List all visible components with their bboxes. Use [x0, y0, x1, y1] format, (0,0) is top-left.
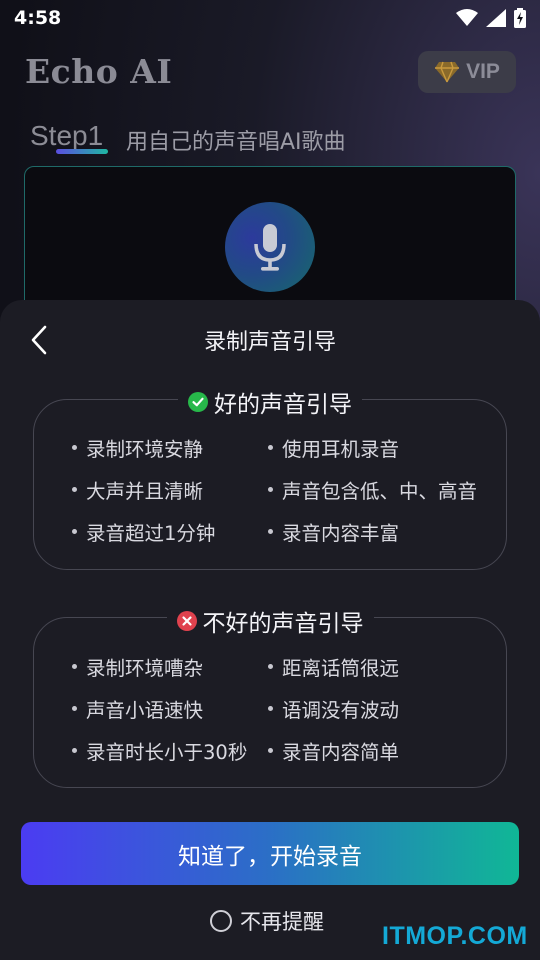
good-guide-heading: 好的声音引导: [0, 385, 540, 419]
bullet-icon: [72, 706, 77, 711]
step-description: 用自己的声音唱AI歌曲: [126, 130, 346, 155]
check-circle-icon: [188, 392, 208, 412]
bullet-icon: [268, 529, 273, 534]
microphone-icon: [254, 224, 286, 271]
site-watermark: ITMOP.COM: [382, 922, 528, 950]
bullet-icon: [72, 664, 77, 669]
sheet-title: 录制声音引导: [203, 330, 336, 355]
bullet-icon: [268, 706, 273, 711]
bad-guide-item: 声音小语速快: [72, 694, 203, 723]
bad-guide-title: 不好的声音引导: [202, 611, 364, 637]
good-guide-item: 录音超过1分钟: [72, 517, 215, 546]
bullet-icon: [268, 664, 273, 669]
bad-guide-item: 录制环境嘈杂: [72, 652, 203, 681]
bad-guide-item: 录音时长小于30秒: [72, 736, 247, 765]
bad-guide-heading: 不好的声音引导: [0, 604, 540, 638]
bullet-icon: [72, 529, 77, 534]
bullet-icon: [268, 445, 273, 450]
app-title: Echo AI: [25, 52, 173, 91]
bullet-icon: [72, 445, 77, 450]
no-remind-checkbox[interactable]: 不再提醒: [210, 906, 324, 936]
vip-label: VIP: [466, 60, 500, 83]
good-guide-item: 使用耳机录音: [268, 433, 399, 462]
bullet-icon: [72, 487, 77, 492]
good-guide-item: 大声并且清晰: [72, 475, 203, 504]
status-time: 4:58: [14, 7, 62, 29]
radio-icon[interactable]: [210, 910, 232, 932]
bad-guide-item: 距离话筒很远: [268, 652, 399, 681]
status-bar: 4:58: [0, 0, 540, 36]
battery-charging-icon: [514, 8, 526, 28]
bullet-icon: [268, 487, 273, 492]
bullet-icon: [72, 748, 77, 753]
vip-button[interactable]: VIP: [418, 51, 516, 93]
bad-guide-item: 录音内容简单: [268, 736, 399, 765]
error-circle-icon: [176, 611, 197, 631]
record-mic-button[interactable]: [225, 202, 315, 292]
diamond-icon: [435, 61, 460, 83]
good-guide-item: 声音包含低、中、高音: [268, 475, 477, 504]
step-label: Step1: [30, 120, 104, 151]
no-remind-label: 不再提醒: [240, 910, 324, 934]
good-guide-item: 录制环境安静: [72, 433, 203, 462]
good-guide-title: 好的声音引导: [214, 392, 352, 418]
bullet-icon: [268, 748, 273, 753]
start-recording-button[interactable]: 知道了，开始录音: [21, 822, 519, 885]
signal-icon: [486, 9, 506, 27]
good-guide-item: 录音内容丰富: [268, 517, 399, 546]
bad-guide-item: 语调没有波动: [268, 694, 399, 723]
wifi-icon: [456, 9, 478, 26]
step-underline: [56, 149, 108, 154]
